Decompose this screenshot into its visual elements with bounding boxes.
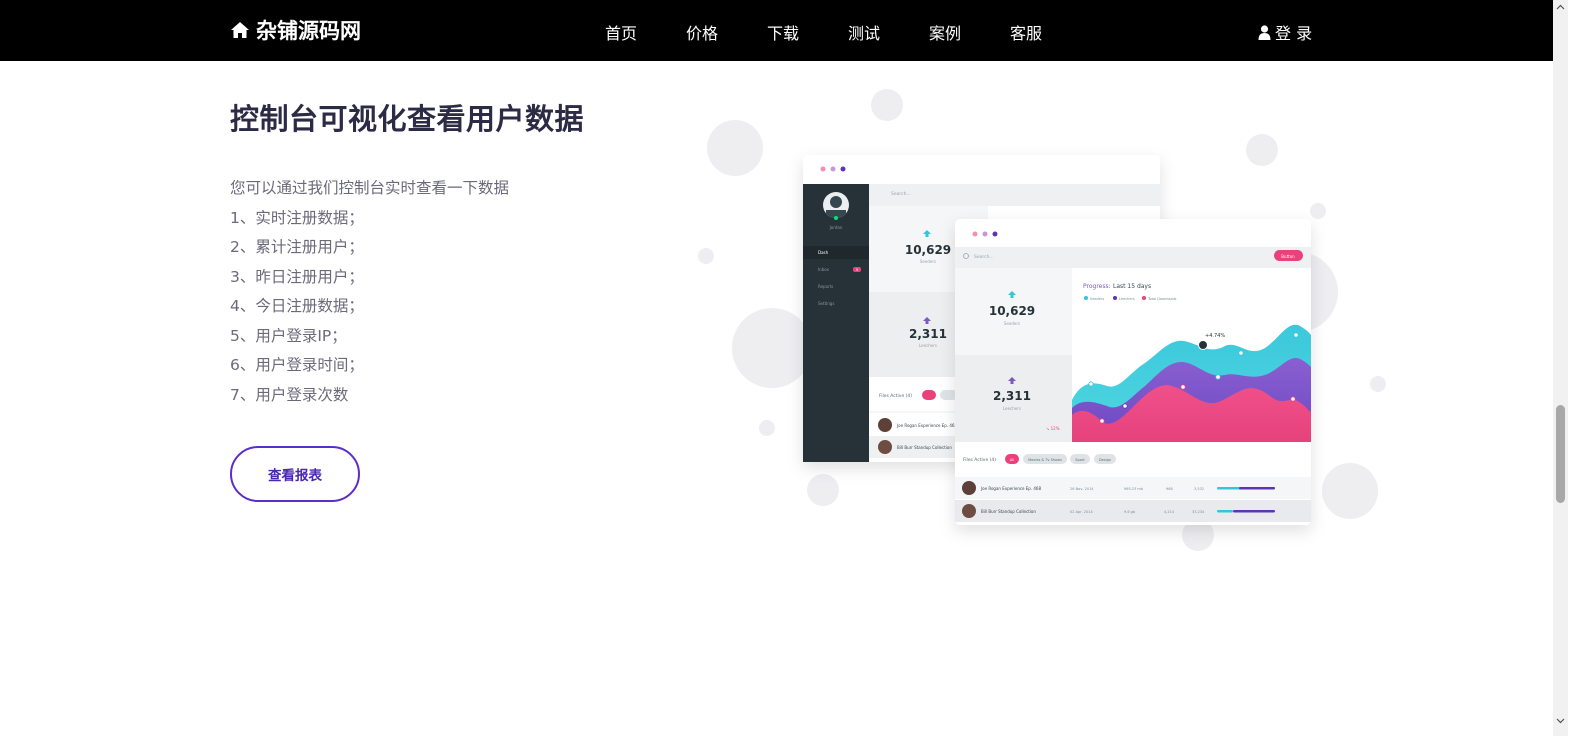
row2-name: Bill Burr Standup Collection <box>981 509 1036 514</box>
nav-item-download[interactable]: 下载 <box>767 20 848 44</box>
back-leechers-label: Leechers <box>919 343 937 348</box>
back-inbox-count: 9 <box>856 268 858 272</box>
legend-seeders: Seeders <box>1090 297 1104 301</box>
row2-date: 02 Apr, 2014 <box>1070 510 1094 514</box>
row1-date: 26 Nov, 2014 <box>1070 487 1094 491</box>
top-navbar: 杂铺源码网 首页 价格 下载 测试 案例 客服 登 录 <box>0 0 1553 61</box>
view-report-button[interactable]: 查看报表 <box>230 446 360 502</box>
filter-all: All <box>1010 458 1014 462</box>
feature-item: 1、实时注册数据； <box>230 208 364 227</box>
row2-size: 9.6 gb <box>1124 510 1136 514</box>
row2-seeds: 4,214 <box>1164 510 1175 514</box>
login-button[interactable]: 登 录 <box>1258 20 1312 44</box>
front-search-text: Search... <box>974 254 994 260</box>
back-leechers-value: 2,311 <box>909 327 947 341</box>
scroll-up-arrow-icon[interactable] <box>1554 2 1567 12</box>
filter-design: Design <box>1099 458 1111 462</box>
intro-text: 您可以通过我们控制台实时查看一下数据 <box>230 179 510 197</box>
home-icon <box>231 22 249 38</box>
vertical-scrollbar[interactable] <box>1553 0 1568 736</box>
back-sidebar-reports: Reports <box>818 284 833 289</box>
back-sidebar-settings: Settings <box>818 301 834 306</box>
brand-name: 杂铺源码网 <box>256 19 361 43</box>
row1-name: Joe Rogan Experience Ep. 468 <box>980 486 1041 491</box>
back-files-active: Files Active (4) <box>879 393 912 399</box>
feature-item: 6、用户登录时间； <box>230 356 364 374</box>
progress-range: Last 15 days <box>1113 283 1151 290</box>
legend-leechers: Leechers <box>1119 297 1135 301</box>
back-sidebar-inbox: Inbox <box>818 267 830 272</box>
feature-item: 3、昨日注册用户； <box>230 267 364 286</box>
filter-movies: Movies & Tv Shows <box>1028 458 1062 462</box>
front-leechers-change: ↘ 12% <box>1046 426 1060 431</box>
front-files-active: Files Active (4) <box>963 457 996 463</box>
nav-item-cases[interactable]: 案例 <box>929 20 1010 44</box>
back-username: Jordan <box>829 225 843 230</box>
feature-item: 7、用户登录次数 <box>230 385 349 404</box>
back-seeders-value: 10,629 <box>905 243 951 257</box>
back-search-text: Search... <box>891 191 911 197</box>
nav-item-home[interactable]: 首页 <box>605 20 686 44</box>
row2-peers: 33,234 <box>1192 510 1205 514</box>
legend-total-downloads: Total Downloads <box>1147 297 1177 301</box>
feature-description: 您可以通过我们控制台实时查看一下数据 1、实时注册数据； 2、累计注册用户； 3… <box>230 174 509 410</box>
nav-item-pricing[interactable]: 价格 <box>686 20 767 44</box>
feature-item: 2、累计注册用户； <box>230 238 364 256</box>
section-title: 控制台可视化查看用户数据 <box>230 102 585 136</box>
back-sidebar-dash: Dash <box>818 250 829 255</box>
login-label: 登 录 <box>1275 24 1313 43</box>
front-seeders-label: Seeders <box>1004 321 1020 326</box>
user-icon <box>1258 24 1271 40</box>
brand-logo[interactable]: 杂铺源码网 <box>230 15 361 45</box>
main-nav: 首页 价格 下载 测试 案例 客服 <box>605 20 1091 44</box>
nav-item-support[interactable]: 客服 <box>1010 20 1091 44</box>
progress-label: Progress: <box>1083 283 1111 290</box>
back-seeders-label: Seeders <box>920 259 936 264</box>
row1-peers: 3,532 <box>1194 487 1204 491</box>
filter-sport: Sport <box>1075 458 1085 462</box>
scrollbar-thumb[interactable] <box>1556 405 1565 503</box>
back-file-2: Bill Burr Standup Collection <box>897 445 952 450</box>
chart-peak-label: +4.74% <box>1205 333 1225 339</box>
row1-size: 965.23 mb <box>1124 487 1144 491</box>
front-leechers-value: 2,311 <box>993 389 1031 403</box>
row1-seeds: 968 <box>1166 487 1173 491</box>
back-file-1: Joe Rogan Experience Ep. 468 <box>896 423 957 428</box>
front-leechers-label: Leechers <box>1003 406 1021 411</box>
feature-item: 4、今日注册数据； <box>230 297 364 315</box>
front-seeders-value: 10,629 <box>989 304 1035 318</box>
dashboard-illustration: Search... Jordan Dash Inbox 9 Reports Se… <box>698 89 1386 551</box>
scroll-down-arrow-icon[interactable] <box>1554 716 1567 726</box>
nav-item-test[interactable]: 测试 <box>848 20 929 44</box>
front-action-button: Button <box>1281 254 1295 259</box>
feature-item: 5、用户登录IP； <box>230 326 347 345</box>
